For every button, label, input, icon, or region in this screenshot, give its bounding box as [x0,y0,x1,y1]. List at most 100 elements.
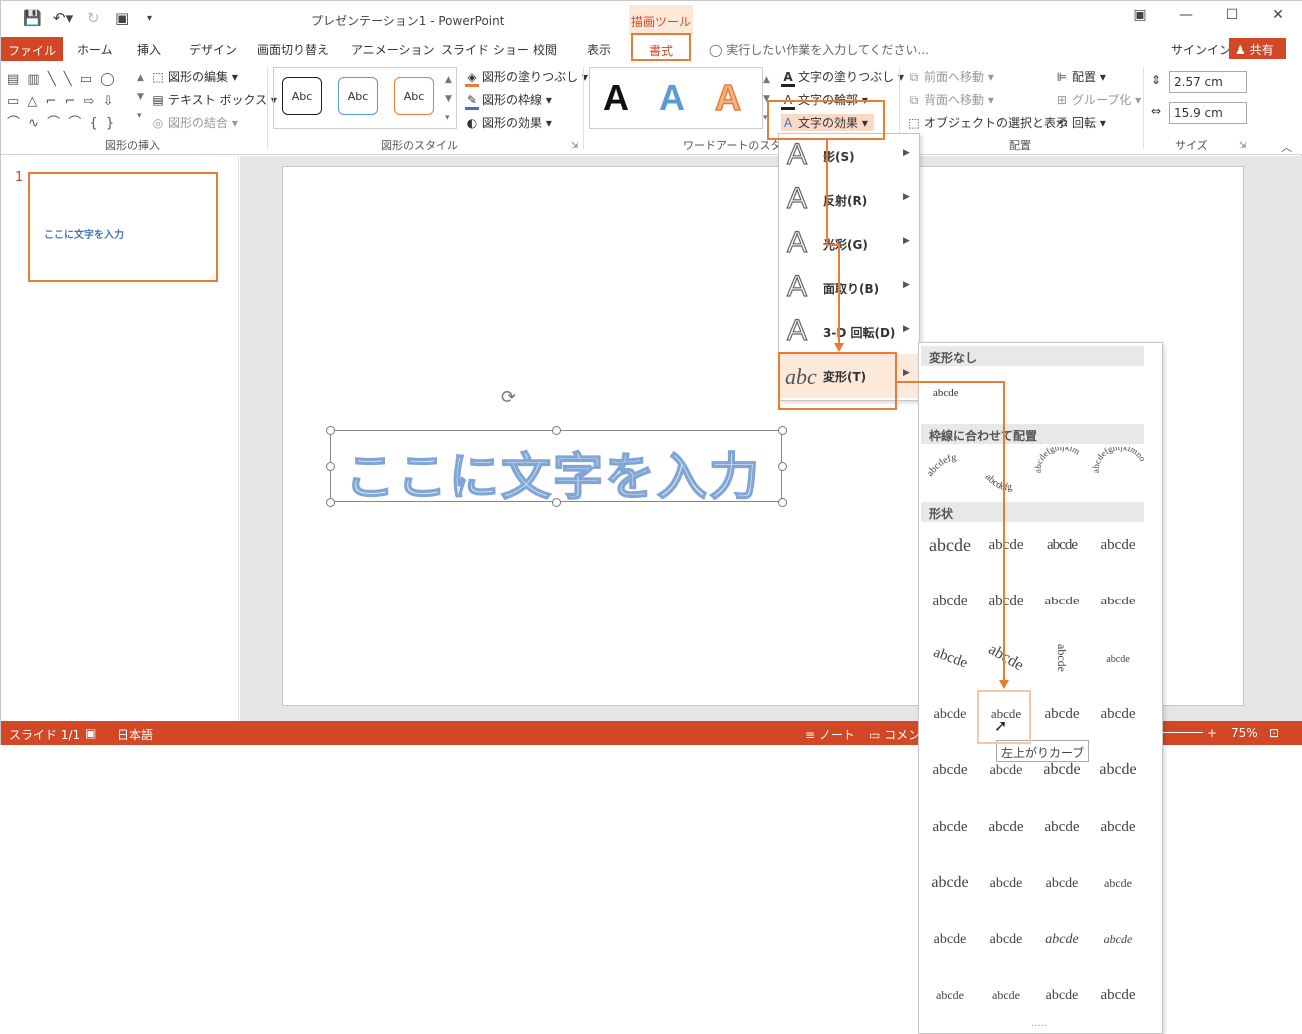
rotate-button[interactable]: ⟲ 回転 ▾ [1055,114,1106,131]
tab-view[interactable]: 表示 [587,41,611,58]
warp-option[interactable]: abcde [923,525,977,565]
warp-option[interactable]: abcde [1091,863,1145,903]
warp-option[interactable]: abcde [923,807,977,847]
language-indicator[interactable]: 日本語 [117,726,153,743]
edit-shape-button[interactable]: ⬚ 図形の編集 ▾ [151,68,238,85]
maximize-icon[interactable]: ☐ [1217,7,1247,23]
resize-handle[interactable] [326,426,335,435]
close-icon[interactable]: ✕ [1263,7,1293,23]
tab-animations[interactable]: アニメーション [351,41,435,58]
resize-handle[interactable] [552,498,561,507]
menu-item-glow[interactable]: A 光彩(G) ▶ [779,222,919,266]
warp-option[interactable]: abcde [979,581,1033,621]
tab-file[interactable]: ファイル [1,37,63,61]
warp-option[interactable]: abcde [923,694,977,734]
customize-qat-icon[interactable]: ▾ [147,13,152,24]
warp-option[interactable]: abcde [1091,694,1145,734]
tab-home[interactable]: ホーム [77,41,113,58]
warp-option[interactable]: abcde [1091,750,1145,790]
tab-insert[interactable]: 挿入 [137,41,161,58]
warp-option[interactable]: abcde [1035,807,1089,847]
shape-style-dark[interactable]: Abc [282,77,322,115]
shape-style-orange[interactable]: Abc [394,77,434,115]
shape-styles-scroll-icon[interactable]: ▲ ▼ ▾ [445,71,452,128]
warp-option[interactable]: abcde [1091,638,1145,678]
warp-option[interactable]: abcde [1035,525,1089,565]
warp-option[interactable]: abcde [1091,975,1145,1015]
shape-style-blue[interactable]: Abc [338,77,378,115]
shape-outline-button[interactable]: ✎ 図形の枠線 ▾ [465,91,552,110]
menu-item-bevel[interactable]: A 面取り(B) ▶ [779,266,919,310]
warp-option[interactable]: abcde [1035,975,1089,1015]
start-slideshow-icon[interactable]: ▣ [115,9,129,27]
warp-option[interactable]: abcde [1091,919,1145,959]
warp-option[interactable]: abcde [923,919,977,959]
undo-icon[interactable]: ↶▾ [53,9,73,27]
wordart-style-black[interactable]: A [603,77,629,119]
warp-option[interactable]: abcde [923,750,977,790]
warp-option[interactable]: abcde [979,638,1033,678]
zoom-level[interactable]: 75% [1231,726,1258,740]
warp-option[interactable]: abcde [1035,919,1089,959]
resize-handle[interactable] [552,426,561,435]
shapes-scroll-icon[interactable]: ▲ ▼ ▾ [137,69,144,126]
align-button[interactable]: ⊫ 配置 ▾ [1055,68,1106,85]
bring-forward-button[interactable]: ⧉ 前面へ移動 ▾ [907,68,994,85]
shape-effects-button[interactable]: ◐ 図形の効果 ▾ [465,114,552,131]
warp-option[interactable]: abcde [979,807,1033,847]
send-backward-button[interactable]: ⧉ 背面へ移動 ▾ [907,91,994,108]
warp-option[interactable]: abcde [979,975,1033,1015]
tell-me-box[interactable]: ◯ 実行したい作業を入力してください... [709,41,929,58]
warp-option[interactable]: abcde [979,525,1033,565]
shape-fill-button[interactable]: ◈ 図形の塗りつぶし ▾ [465,68,588,87]
redo-icon[interactable]: ↻ [87,9,100,27]
no-transform-option[interactable]: abcde [933,387,959,399]
tab-design[interactable]: デザイン [189,41,237,58]
wordart-style-blue[interactable]: A [659,77,685,119]
shape-width-input[interactable]: 15.9 cm [1169,102,1247,124]
warp-option[interactable]: abcde [923,581,977,621]
spelling-icon[interactable]: ▣ [85,726,96,740]
wordart-textbox[interactable]: ここに文字を入力 [326,426,787,507]
fit-to-window-icon[interactable]: ⊡ [1269,726,1279,740]
size-launcher-icon[interactable]: ⇲ [1239,141,1247,151]
warp-option[interactable]: abcde [1091,807,1145,847]
menu-item-3d-rotation[interactable]: A 3-D 回転(D) ▶ [779,310,919,354]
ribbon-display-icon[interactable]: ▣ [1125,7,1155,23]
slide-thumbnail[interactable]: ここに文字を入力 [28,172,218,282]
warp-option[interactable]: abcde [1035,863,1089,903]
warp-option[interactable]: abcde [923,863,977,903]
warp-option[interactable]: abcde [1035,638,1089,678]
tab-format[interactable]: 書式 [631,33,691,61]
warp-option[interactable]: abcde [1035,694,1089,734]
shape-styles-launcher-icon[interactable]: ⇲ [571,141,579,151]
save-icon[interactable]: 💾 [23,9,42,27]
selection-pane-button[interactable]: ⬚ オブジェクトの選択と表示 [907,114,1068,131]
warp-option[interactable]: abcde [979,919,1033,959]
tab-transitions[interactable]: 画面切り替え [257,41,329,58]
rotate-handle-icon[interactable]: ⟳ [501,387,516,408]
resize-handle[interactable] [326,498,335,507]
resize-handle[interactable] [778,498,787,507]
resize-handle[interactable] [778,426,787,435]
resize-handle[interactable] [326,462,335,471]
wordart-style-orange[interactable]: A [714,76,742,119]
menu-item-reflection[interactable]: A 反射(R) ▶ [779,178,919,222]
shape-height-input[interactable]: 2.57 cm [1169,71,1247,93]
merge-shapes-button[interactable]: ◎ 図形の結合 ▾ [151,114,238,131]
zoom-in-icon[interactable]: + [1207,726,1217,740]
warp-option[interactable]: abcde [979,863,1033,903]
shapes-gallery[interactable]: ▤ ▥ ╲ ╲ ▭ ◯ ▭ △ ⌐ ⌐ ⇨ ⇩ ⌒ ∿ ⌒ ⌒ { } [7,69,135,131]
share-button[interactable]: ♟ 共有 [1229,38,1286,59]
menu-item-shadow[interactable]: A 影(S) ▶ [779,134,919,178]
text-box-button[interactable]: ▤ テキスト ボックス ▾ [151,91,277,108]
warp-option[interactable]: abcde [1035,581,1089,621]
collapse-ribbon-icon[interactable]: ︿ [1281,139,1292,155]
warp-option[interactable]: abcde [1091,525,1145,565]
minimize-icon[interactable]: — [1171,7,1201,23]
warp-option[interactable]: abcde [1091,581,1145,621]
resize-handle[interactable] [778,462,787,471]
tab-review[interactable]: 校閲 [533,41,557,58]
group-button[interactable]: ⊞ グループ化 ▾ [1055,91,1141,108]
sign-in-link[interactable]: サインイン [1171,41,1231,58]
